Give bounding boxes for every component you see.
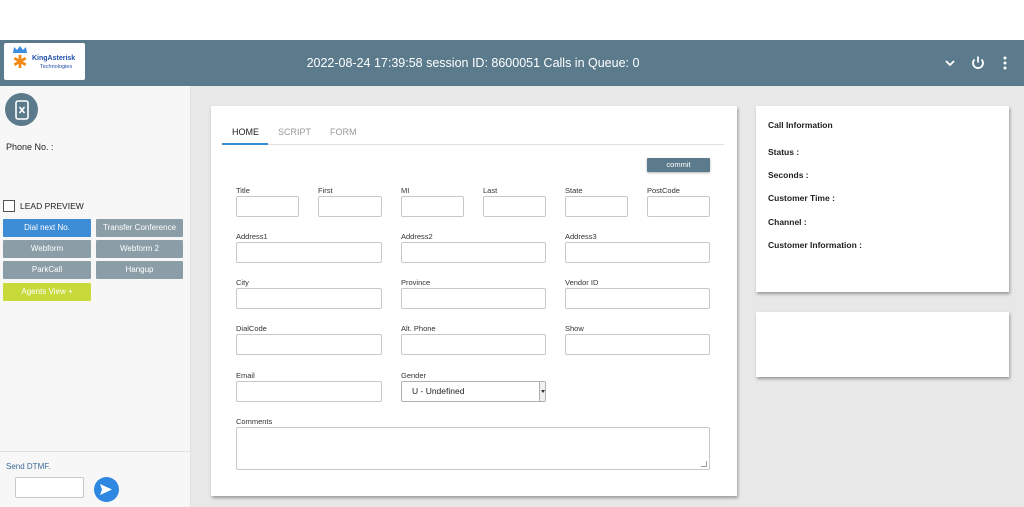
show-label: Show <box>565 324 584 333</box>
main-content-area: HOME SCRIPT FORM commit Title First MI L… <box>191 86 1024 507</box>
tab-script[interactable]: SCRIPT <box>278 126 311 145</box>
last-name-input[interactable] <box>483 196 546 217</box>
agents-view-button[interactable]: Agents View + <box>3 283 91 301</box>
tab-home[interactable]: HOME <box>222 126 268 145</box>
alt-phone-label: Alt. Phone <box>401 324 436 333</box>
address1-label: Address1 <box>236 232 268 241</box>
state-label: State <box>565 186 583 195</box>
alt-phone-input[interactable] <box>401 334 546 355</box>
session-info-title: 2022-08-24 17:39:58 session ID: 8600051 … <box>306 56 640 70</box>
show-input[interactable] <box>565 334 710 355</box>
gender-selected-value: U - Undefined <box>412 386 465 396</box>
select-arrow-icon <box>539 382 545 401</box>
park-call-button[interactable]: ParkCall <box>3 261 91 279</box>
sidebar-divider <box>0 451 191 452</box>
agent-sidebar: Phone No. : LEAD PREVIEW Dial next No. T… <box>0 86 191 507</box>
seconds-label: Seconds : <box>768 170 809 180</box>
webform-button[interactable]: Webform <box>3 240 91 258</box>
hangup-button[interactable]: Hangup <box>96 261 183 279</box>
transfer-conference-button[interactable]: Transfer Conference <box>96 219 183 237</box>
title-input[interactable] <box>236 196 299 217</box>
commit-button[interactable]: commit <box>647 158 710 172</box>
channel-label: Channel : <box>768 217 807 227</box>
middle-initial-input[interactable] <box>401 196 464 217</box>
more-vertical-icon[interactable] <box>996 54 1014 72</box>
first-label: First <box>318 186 333 195</box>
call-information-title: Call Information <box>768 120 833 130</box>
send-dtmf-button[interactable] <box>94 477 119 502</box>
chevron-down-icon[interactable] <box>941 54 959 72</box>
first-name-input[interactable] <box>318 196 382 217</box>
power-icon[interactable] <box>969 54 987 72</box>
status-label: Status : <box>768 147 800 157</box>
send-icon <box>100 484 112 495</box>
vendor-id-input[interactable] <box>565 288 710 309</box>
city-label: City <box>236 278 249 287</box>
gender-label: Gender <box>401 371 427 380</box>
comments-textarea[interactable] <box>236 427 710 470</box>
resize-grip-icon[interactable] <box>701 461 707 467</box>
postcode-label: PostCode <box>647 186 680 195</box>
address2-label: Address2 <box>401 232 433 241</box>
vendor-id-label: Vendor ID <box>565 278 599 287</box>
city-input[interactable] <box>236 288 382 309</box>
lead-form-card: HOME SCRIPT FORM commit Title First MI L… <box>211 106 737 496</box>
top-header-bar: ✱ KingAsterisk Technologies 2022-08-24 1… <box>0 40 1024 86</box>
lead-preview-checkbox[interactable] <box>3 200 15 212</box>
dialcode-input[interactable] <box>236 334 382 355</box>
comments-label: Comments <box>236 417 273 426</box>
address3-label: Address3 <box>565 232 597 241</box>
phone-number-label: Phone No. : <box>6 142 54 152</box>
customer-time-label: Customer Time : <box>768 193 835 203</box>
customer-information-label: Customer Information : <box>768 240 862 250</box>
mi-label: MI <box>401 186 410 195</box>
dial-next-button[interactable]: Dial next No. <box>3 219 91 237</box>
tab-form[interactable]: FORM <box>330 126 357 145</box>
form-tabs: HOME SCRIPT FORM <box>222 126 724 145</box>
address2-input[interactable] <box>401 242 546 263</box>
top-blank-area <box>0 0 1024 40</box>
dtmf-input[interactable] <box>15 477 84 498</box>
dial-pad-icon[interactable] <box>5 93 38 126</box>
last-label: Last <box>483 186 498 195</box>
email-input[interactable] <box>236 381 382 402</box>
address3-input[interactable] <box>565 242 710 263</box>
webform-2-button[interactable]: Webform 2 <box>96 240 183 258</box>
address1-input[interactable] <box>236 242 382 263</box>
state-input[interactable] <box>565 196 628 217</box>
empty-info-card <box>756 312 1009 377</box>
email-label: Email <box>236 371 255 380</box>
province-input[interactable] <box>401 288 546 309</box>
province-label: Province <box>401 278 431 287</box>
lead-preview-label: LEAD PREVIEW <box>20 201 84 211</box>
postcode-input[interactable] <box>647 196 710 217</box>
title-label: Title <box>236 186 250 195</box>
call-information-card: Call Information Status : Seconds : Cust… <box>756 106 1009 292</box>
lead-preview-toggle[interactable]: LEAD PREVIEW <box>3 199 84 213</box>
send-dtmf-label: Send DTMF. <box>6 462 51 471</box>
gender-select[interactable]: U - Undefined <box>401 381 546 402</box>
dialcode-label: DialCode <box>236 324 267 333</box>
